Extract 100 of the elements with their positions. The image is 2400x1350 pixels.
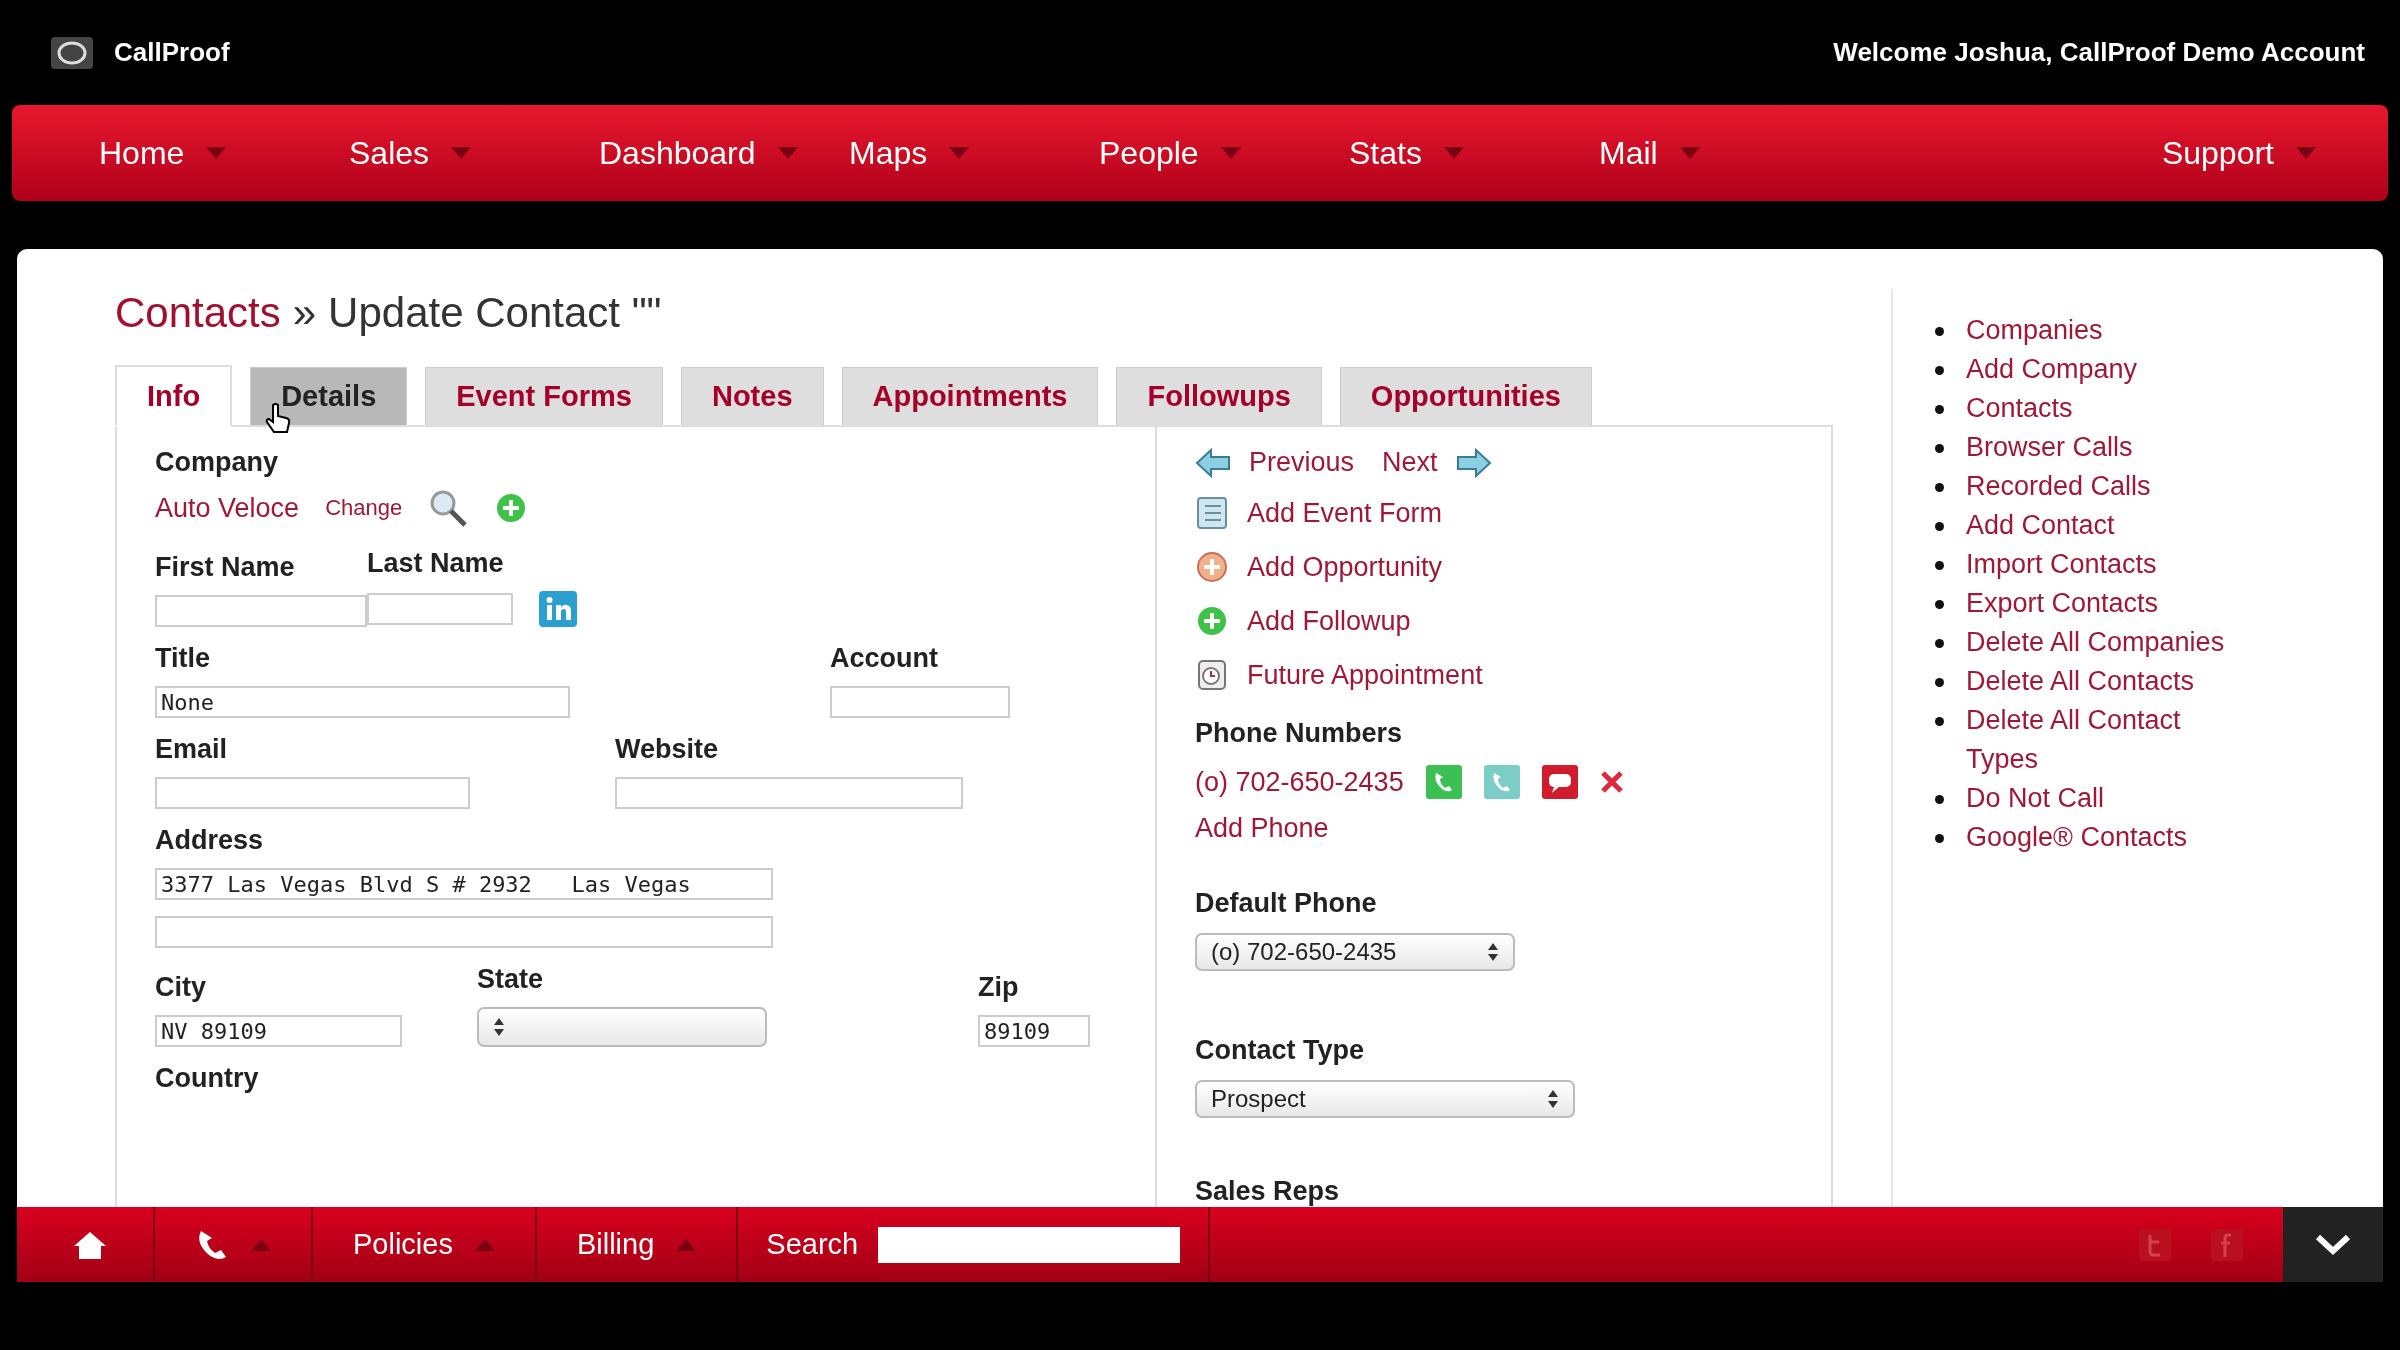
linkedin-icon[interactable]	[539, 591, 577, 627]
facebook-icon[interactable]	[2211, 1228, 2243, 1261]
caret-icon	[1679, 147, 1700, 159]
notebook-icon[interactable]	[1195, 496, 1229, 530]
sms-icon[interactable]	[1541, 765, 1578, 799]
default-phone-select[interactable]: (o) 702-650-2435	[1195, 933, 1515, 971]
field-label: Last Name	[367, 548, 505, 579]
text-field[interactable]	[830, 686, 1010, 718]
field-label: First Name	[155, 552, 296, 583]
bullet-icon	[1935, 834, 1944, 843]
app-name: CallProof	[114, 37, 230, 68]
nav-menu[interactable]: Mail	[1587, 128, 1837, 178]
updown-icon	[493, 1016, 505, 1038]
tab[interactable]: Info	[115, 365, 233, 427]
bullet-icon	[1935, 327, 1944, 336]
delete-icon[interactable]	[1599, 770, 1624, 794]
search-icon[interactable]	[428, 488, 469, 528]
search-label: Search	[766, 1228, 859, 1261]
tab[interactable]: Followups	[1116, 367, 1322, 425]
field-label: Title	[155, 643, 211, 674]
nav-menu[interactable]: People	[1087, 128, 1337, 178]
tab[interactable]: Event Forms	[425, 367, 663, 425]
twitter-icon[interactable]	[2139, 1228, 2171, 1261]
bullet-icon	[1935, 678, 1944, 687]
nav-menu[interactable]: Sales	[337, 128, 587, 178]
nav-menu[interactable]: Home	[87, 128, 337, 178]
text-field[interactable]: None	[155, 686, 570, 718]
phone-icon[interactable]	[1425, 765, 1462, 799]
sidebar-link[interactable]: Companies	[1966, 311, 2103, 350]
sidebar-link[interactable]: Delete All Contacts	[1966, 662, 2195, 701]
change-link[interactable]: Change	[325, 495, 403, 521]
field-label: Email	[155, 734, 229, 765]
text-field[interactable]	[155, 595, 367, 627]
phone-link[interactable]: (o) 702-650-2435	[1195, 766, 1404, 798]
caret-icon	[949, 147, 970, 159]
page-title: Update Contact ""	[328, 289, 662, 337]
state-select[interactable]	[477, 1007, 767, 1047]
company-link[interactable]: Auto Veloce	[155, 492, 300, 524]
action-link[interactable]: Add Opportunity	[1247, 551, 1443, 583]
phone-icon[interactable]	[1483, 765, 1520, 799]
add-phone-link[interactable]: Add Phone	[1195, 813, 1329, 844]
breadcrumb-link[interactable]: Contacts	[115, 289, 281, 337]
sidebar-link[interactable]: Google® Contacts	[1966, 818, 2187, 857]
caret-icon	[474, 1238, 495, 1251]
tab[interactable]: Notes	[680, 367, 824, 425]
action-link[interactable]: Add Event Form	[1247, 497, 1443, 529]
collapse-button[interactable]	[2283, 1207, 2383, 1282]
caret-icon	[1443, 147, 1464, 159]
bullet-icon	[1935, 795, 1944, 804]
field-label: State	[477, 964, 545, 995]
sidebar-link[interactable]: Add Contact	[1966, 506, 2115, 545]
bullet-icon	[1935, 444, 1944, 453]
bullet-icon	[1935, 405, 1944, 414]
right-arrow-icon[interactable]	[1455, 447, 1492, 478]
field-label: Zip	[978, 972, 1020, 1003]
field-label: Default Phone	[1195, 888, 1378, 919]
text-field[interactable]	[367, 593, 513, 625]
chevron-down-icon	[2315, 1233, 2351, 1256]
sidebar-link[interactable]: Export Contacts	[1966, 584, 2159, 623]
tab[interactable]: Opportunities	[1339, 367, 1592, 425]
caret-icon	[676, 1238, 697, 1251]
sidebar-link[interactable]: Do Not Call	[1966, 779, 2105, 818]
field-label: Website	[615, 734, 720, 765]
text-field[interactable]	[155, 916, 773, 948]
sidebar-link[interactable]: Import Contacts	[1966, 545, 2157, 584]
clock-icon[interactable]	[1195, 658, 1229, 692]
text-field[interactable]	[155, 777, 470, 809]
footer-menu[interactable]: Billing	[536, 1207, 739, 1282]
text-field[interactable]	[615, 777, 963, 809]
text-field[interactable]: NV 89109	[155, 1015, 402, 1047]
plus-circle-icon[interactable]	[1195, 550, 1229, 584]
footer-menu[interactable]: Policies	[313, 1207, 537, 1282]
tab[interactable]: Appointments	[841, 367, 1099, 425]
field-label: Country	[155, 1063, 260, 1094]
action-link[interactable]: Future Appointment	[1247, 659, 1483, 691]
nav-menu[interactable]: Stats	[1337, 128, 1587, 178]
sidebar-link[interactable]: Delete All Companies	[1966, 623, 2225, 662]
caret-icon	[206, 147, 227, 159]
home-icon	[72, 1229, 108, 1260]
contact-type-select[interactable]: Prospect	[1195, 1080, 1575, 1118]
sidebar-link[interactable]: Contacts	[1966, 389, 2073, 428]
nav-menu[interactable]: Dashboard	[587, 128, 837, 178]
sidebar-link[interactable]: Add Company	[1966, 350, 2138, 389]
sidebar-link[interactable]: Delete All Contact Types	[1966, 701, 2235, 779]
field-label: Company	[155, 447, 280, 478]
text-field[interactable]: 89109	[978, 1015, 1090, 1047]
previous-link[interactable]: Previous	[1249, 447, 1355, 478]
plus-circle-icon[interactable]	[1195, 604, 1229, 638]
left-arrow-icon[interactable]	[1195, 447, 1231, 478]
next-link[interactable]: Next	[1382, 447, 1438, 478]
nav-menu[interactable]: Maps	[837, 128, 1087, 178]
sidebar-link[interactable]: Browser Calls	[1966, 428, 2133, 467]
text-field[interactable]: 3377 Las Vegas Blvd S # 2932 Las Vegas	[155, 868, 773, 900]
field-label: Phone Numbers	[1195, 718, 1404, 749]
action-link[interactable]: Add Followup	[1247, 605, 1411, 637]
sidebar-link[interactable]: Recorded Calls	[1966, 467, 2151, 506]
nav-menu[interactable]: Support	[2149, 128, 2328, 178]
search-field[interactable]	[878, 1226, 1181, 1263]
bullet-icon	[1935, 717, 1944, 726]
tab[interactable]: Details	[250, 367, 408, 425]
